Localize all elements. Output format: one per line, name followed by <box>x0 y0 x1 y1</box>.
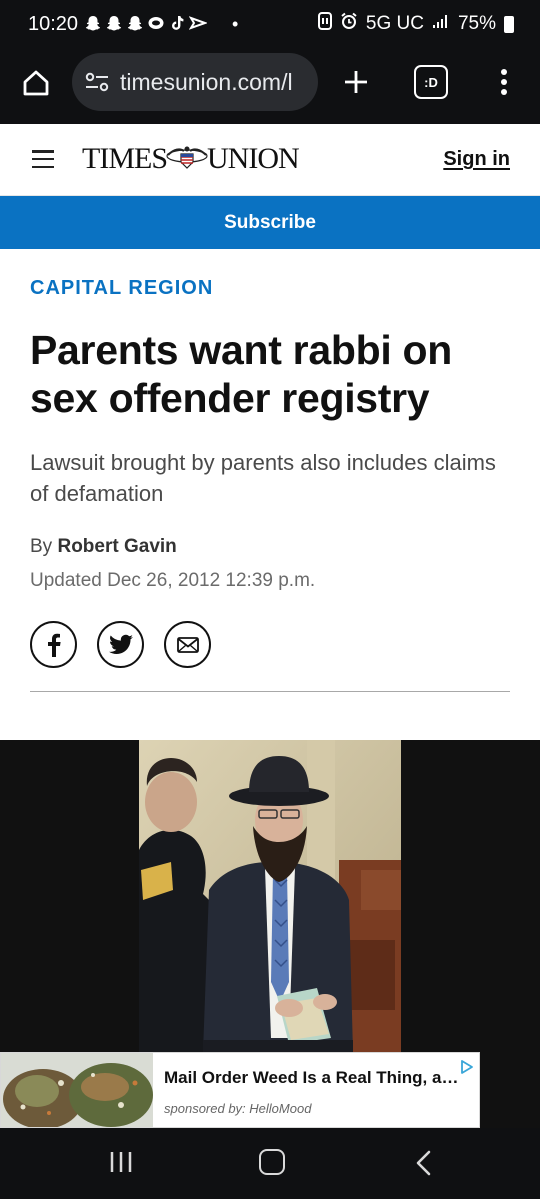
tiktok-icon <box>168 14 186 32</box>
recent-apps-icon[interactable] <box>108 1150 134 1174</box>
plus-icon <box>345 71 367 93</box>
author-name[interactable]: Robert Gavin <box>57 536 176 557</box>
url-text: timesunion.com/l <box>120 68 293 95</box>
share-buttons <box>30 621 211 668</box>
email-icon <box>176 636 199 653</box>
battery-level: 75% <box>457 13 496 34</box>
article-subhead: Lawsuit brought by parents also includes… <box>30 450 496 506</box>
system-navigation-bar <box>0 1128 540 1199</box>
hamburger-menu-icon[interactable] <box>32 150 54 168</box>
byline: By Robert Gavin <box>30 536 177 558</box>
sign-in-link[interactable]: Sign in <box>443 148 510 171</box>
capcut-icon <box>188 14 208 32</box>
email-share-button[interactable] <box>164 621 211 668</box>
alarm-icon <box>340 12 358 36</box>
snapchat-icon <box>105 14 123 32</box>
twitter-icon <box>108 634 133 654</box>
signal-icon <box>432 13 450 35</box>
snapchat-icon <box>126 14 144 32</box>
home-nav-icon[interactable] <box>259 1149 285 1175</box>
more-vert-icon <box>501 69 507 95</box>
home-icon <box>23 70 49 96</box>
back-icon[interactable] <box>414 1150 434 1176</box>
logo-text-right: UNION <box>207 142 300 175</box>
snapchat-icon <box>84 14 102 32</box>
subscribe-button[interactable]: Subscribe <box>0 196 540 249</box>
home-button[interactable] <box>16 63 56 103</box>
adchoices-icon[interactable] <box>459 1059 475 1075</box>
eagle-emblem-icon <box>166 146 208 169</box>
ad-side-gap <box>480 1052 540 1128</box>
status-time: 10:20 <box>28 13 79 35</box>
browser-menu-button[interactable] <box>484 62 524 102</box>
ad-thumbnail-image <box>1 1053 153 1127</box>
more-notifications-dot: • <box>232 14 239 34</box>
section-label[interactable]: CAPITAL REGION <box>30 277 213 300</box>
browser-toolbar: timesunion.com/l :D <box>0 48 540 124</box>
sponsored-ad-banner[interactable]: Mail Order Weed Is a Real Thing, and... … <box>0 1052 480 1128</box>
chat-bubble-icon <box>147 14 165 32</box>
article-headline: Parents want rabbi on sex offender regis… <box>30 327 452 421</box>
status-right: 5G UC 75% <box>317 12 514 36</box>
tab-switcher-button[interactable]: :D <box>414 65 448 99</box>
nfc-icon <box>317 12 332 36</box>
notification-icons <box>84 14 208 32</box>
site-settings-icon[interactable] <box>84 69 110 95</box>
site-logo[interactable]: TIMES UNION <box>82 142 300 176</box>
facebook-share-button[interactable] <box>30 621 77 668</box>
twitter-share-button[interactable] <box>97 621 144 668</box>
battery-icon <box>504 15 514 33</box>
new-tab-button[interactable] <box>336 62 376 102</box>
article-lead-photo[interactable] <box>139 740 401 1052</box>
ad-sponsor: sponsored by: HelloMood <box>164 1101 312 1116</box>
section-divider <box>30 691 510 692</box>
facebook-icon <box>47 633 61 657</box>
site-header: TIMES UNION Sign in <box>0 124 540 196</box>
lead-image-container <box>0 740 540 1052</box>
status-bar: 10:20 • 5G UC 75% <box>0 0 540 48</box>
byline-prefix: By <box>30 536 53 557</box>
network-type: 5G UC <box>365 13 424 34</box>
logo-text-left: TIMES <box>82 142 168 175</box>
ad-title: Mail Order Weed Is a Real Thing, and... <box>164 1068 464 1087</box>
updated-timestamp: Updated Dec 26, 2012 12:39 p.m. <box>30 570 316 591</box>
address-bar[interactable]: timesunion.com/l <box>72 53 318 111</box>
